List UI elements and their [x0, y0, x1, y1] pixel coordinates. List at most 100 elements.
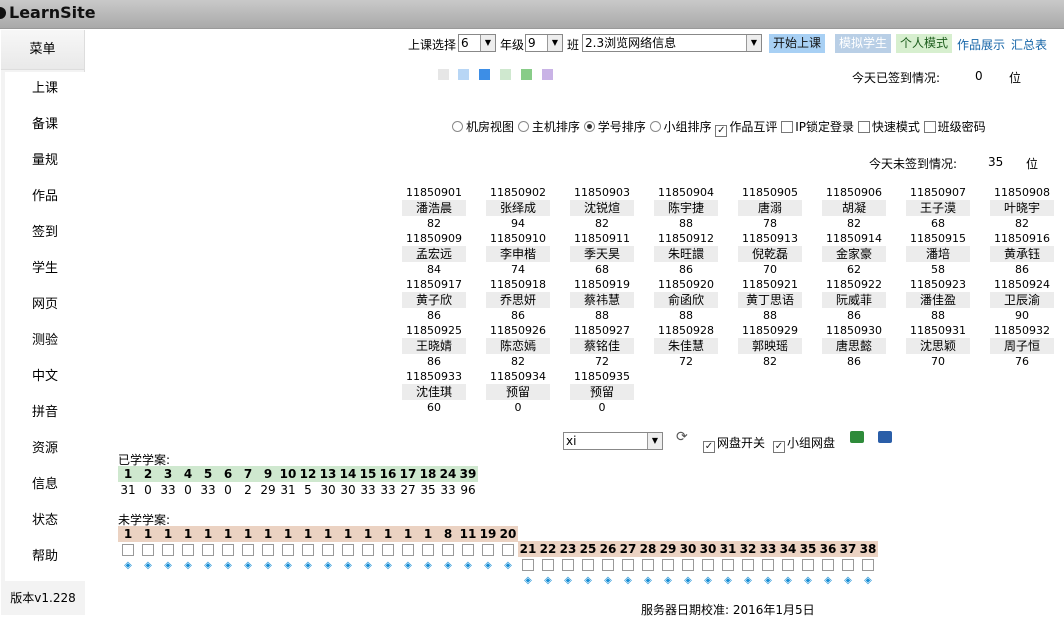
checkbox-icon[interactable] [622, 559, 634, 571]
student-name[interactable]: 郭映瑶 [738, 338, 802, 354]
radio-group-sort[interactable]: 小组排序 [649, 120, 712, 134]
student-card[interactable]: 11850912 朱旺譞 86 [654, 232, 718, 277]
student-card[interactable]: 11850909 孟宏远 84 [402, 232, 466, 277]
student-card[interactable]: 11850916 黄承钰 86 [990, 232, 1054, 277]
unlearned-case-number[interactable]: 19 [478, 526, 498, 542]
unlearned-case-number[interactable]: 1 [238, 526, 258, 542]
unlearned-case-number[interactable]: 30 [698, 541, 718, 557]
unlearned-case-number[interactable]: 1 [138, 526, 158, 542]
student-card[interactable]: 11850906 胡凝 82 [822, 186, 886, 231]
checkbox-icon[interactable] [482, 544, 494, 556]
checkbox-icon[interactable] [322, 544, 334, 556]
learned-case-number[interactable]: 15 [358, 466, 378, 482]
checkbox-icon[interactable] [782, 559, 794, 571]
personal-mode-button[interactable]: 个人模式 [896, 34, 953, 53]
checkbox-icon[interactable] [222, 544, 234, 556]
unlearned-case-number[interactable]: 26 [598, 541, 618, 557]
student-card[interactable]: 11850919 蔡祎慧 88 [570, 278, 634, 323]
checkbox-icon[interactable] [502, 544, 514, 556]
student-name[interactable]: 预留 [570, 384, 634, 400]
tag-icon[interactable]: ◈ [801, 576, 815, 586]
student-card[interactable]: 11850915 潘培 58 [906, 232, 970, 277]
student-name[interactable]: 黄子欣 [402, 292, 466, 308]
check-fast-mode[interactable]: 快速模式 [857, 120, 920, 134]
unlearned-case-number[interactable]: 11 [458, 526, 478, 542]
learned-case-number[interactable]: 18 [418, 466, 438, 482]
tag-icon[interactable]: ◈ [781, 576, 795, 586]
unlearned-case-number[interactable]: 1 [278, 526, 298, 542]
tag-icon[interactable]: ◈ [121, 561, 135, 571]
tag-icon[interactable]: ◈ [361, 561, 375, 571]
tag-icon[interactable]: ◈ [821, 576, 835, 586]
sidebar-item-bangzhu[interactable]: 帮助 [5, 542, 85, 572]
student-card[interactable]: 11850927 蔡铭佳 72 [570, 324, 634, 369]
checkbox-icon[interactable] [122, 544, 134, 556]
start-class-button[interactable]: 开始上课 [769, 34, 826, 53]
unlearned-case-number[interactable]: 36 [818, 541, 838, 557]
sidebar-item-xuesheng[interactable]: 学生 [5, 254, 85, 284]
unlearned-case-number[interactable]: 1 [398, 526, 418, 542]
student-card[interactable]: 11850926 陈恋嫣 82 [486, 324, 550, 369]
learned-case-number[interactable]: 10 [278, 466, 298, 482]
student-name[interactable]: 潘佳盈 [906, 292, 970, 308]
unlearned-case-number[interactable]: 1 [198, 526, 218, 542]
checkbox-icon[interactable] [842, 559, 854, 571]
student-card[interactable]: 11850925 王晓婧 86 [402, 324, 466, 369]
checkbox-icon[interactable] [362, 544, 374, 556]
student-name[interactable]: 季天昊 [570, 246, 634, 262]
student-name[interactable]: 乔思妍 [486, 292, 550, 308]
refresh-icon[interactable]: ⟳ [676, 429, 688, 445]
unlearned-case-number[interactable]: 1 [218, 526, 238, 542]
student-name[interactable]: 朱佳慧 [654, 338, 718, 354]
sidebar-item-shangke[interactable]: 上课 [5, 74, 85, 104]
unlearned-case-number[interactable]: 1 [118, 526, 138, 542]
student-name[interactable]: 陈恋嫣 [486, 338, 550, 354]
student-name[interactable]: 沈佳琪 [402, 384, 466, 400]
unlearned-case-number[interactable]: 1 [158, 526, 178, 542]
student-name[interactable]: 黄丁思语 [738, 292, 802, 308]
tag-icon[interactable]: ◈ [501, 561, 515, 571]
unlearned-case-number[interactable]: 1 [178, 526, 198, 542]
student-card[interactable]: 11850910 李申楷 74 [486, 232, 550, 277]
student-name[interactable]: 李申楷 [486, 246, 550, 262]
student-name[interactable]: 王子漠 [906, 200, 970, 216]
tag-icon[interactable]: ◈ [441, 561, 455, 571]
student-name[interactable]: 孟宏远 [402, 246, 466, 262]
student-name[interactable]: 潘浩晨 [402, 200, 466, 216]
student-name[interactable]: 金家豪 [822, 246, 886, 262]
tag-icon[interactable]: ◈ [841, 576, 855, 586]
tag-icon[interactable]: ◈ [861, 576, 875, 586]
learned-case-number[interactable]: 24 [438, 466, 458, 482]
radio-host-sort[interactable]: 主机排序 [517, 120, 580, 134]
student-card[interactable]: 11850903 沈锐煊 82 [570, 186, 634, 231]
checkbox-icon[interactable] [822, 559, 834, 571]
sidebar-item-pinyin[interactable]: 拼音 [5, 398, 85, 428]
student-card[interactable]: 11850929 郭映瑶 82 [738, 324, 802, 369]
tag-icon[interactable]: ◈ [381, 561, 395, 571]
works-show-link[interactable]: 作品展示 [957, 36, 1005, 53]
learned-case-number[interactable]: 17 [398, 466, 418, 482]
sidebar-item-zhuangtai[interactable]: 状态 [5, 506, 85, 536]
check-class-password[interactable]: 班级密码 [923, 120, 986, 134]
student-card[interactable]: 11850923 潘佳盈 88 [906, 278, 970, 323]
tag-icon[interactable]: ◈ [521, 576, 535, 586]
student-name[interactable]: 蔡铭佳 [570, 338, 634, 354]
student-card[interactable]: 11850920 俞函欣 88 [654, 278, 718, 323]
radio-id-sort[interactable]: 学号排序 [583, 120, 646, 134]
check-group-disk[interactable]: ✓ 小组网盘 [773, 434, 835, 453]
tag-icon[interactable]: ◈ [201, 561, 215, 571]
checkbox-icon[interactable] [262, 544, 274, 556]
sidebar-item-xinxi[interactable]: 信息 [5, 470, 85, 500]
learned-case-number[interactable]: 14 [338, 466, 358, 482]
checkbox-icon[interactable] [762, 559, 774, 571]
tag-icon[interactable]: ◈ [301, 561, 315, 571]
unlearned-case-number[interactable]: 1 [318, 526, 338, 542]
student-card[interactable]: 11850935 预留 0 [570, 370, 634, 415]
unlearned-case-number[interactable]: 32 [738, 541, 758, 557]
checkbox-icon[interactable] [562, 559, 574, 571]
unlearned-case-number[interactable]: 38 [858, 541, 878, 557]
tag-icon[interactable]: ◈ [461, 561, 475, 571]
tag-icon[interactable]: ◈ [721, 576, 735, 586]
learned-case-number[interactable]: 4 [178, 466, 198, 482]
student-name[interactable]: 沈思颖 [906, 338, 970, 354]
